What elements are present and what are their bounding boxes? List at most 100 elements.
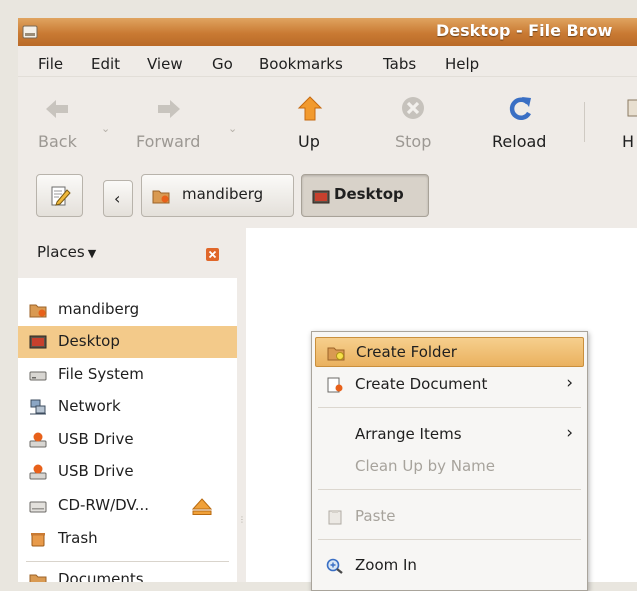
menu-item-label: Create Folder: [356, 343, 457, 361]
menu-item-paste[interactable]: Paste: [315, 502, 584, 532]
menu-view[interactable]: View: [147, 55, 183, 73]
desktop-icon: [312, 190, 330, 204]
sidebar-item-label: USB Drive: [58, 462, 134, 480]
menu-bookmarks[interactable]: Bookmarks: [259, 55, 343, 73]
sidebar-type-label: Places: [37, 243, 85, 261]
network-icon: [30, 399, 46, 415]
hard-drive-icon: [29, 371, 47, 381]
reload-button[interactable]: Reload: [486, 77, 556, 167]
menu-tabs[interactable]: Tabs: [383, 55, 416, 73]
menu-item-label: Arrange Items: [355, 425, 462, 443]
crumb-mandiberg[interactable]: mandiberg: [141, 174, 294, 217]
close-sidebar-icon[interactable]: [206, 248, 219, 261]
home-folder-icon: [152, 190, 170, 204]
sidebar-item-label: mandiberg: [58, 300, 140, 318]
up-label: Up: [298, 132, 320, 151]
folder-icon: [29, 574, 47, 582]
sidebar-divider: [26, 561, 229, 562]
sidebar-type-selector[interactable]: Places ▼: [37, 243, 96, 261]
location-bar: ‹ mandiberg Desktop: [18, 167, 637, 227]
grip-icon: ⋮: [238, 515, 246, 524]
new-document-icon: [327, 377, 343, 393]
stop-label: Stop: [395, 132, 432, 151]
menu-separator: [318, 407, 581, 408]
menu-item-label: Paste: [355, 507, 396, 525]
sidebar-item-label: CD-RW/DV...: [58, 496, 150, 514]
menu-separator: [318, 539, 581, 540]
sidebar-item-network[interactable]: Network: [18, 391, 237, 423]
paste-icon: [328, 510, 342, 525]
new-folder-icon: [327, 347, 345, 361]
pane-resize-handle[interactable]: ⋮: [237, 228, 246, 582]
places-sidebar: Places ▼ mandiberg Desktop File System N…: [18, 228, 237, 582]
title-bar[interactable]: Desktop - File Brow: [18, 18, 637, 46]
chevron-right-icon: ›: [566, 423, 573, 443]
stop-icon: [402, 97, 424, 119]
path-scroll-left-button[interactable]: ‹: [103, 180, 133, 217]
back-arrow-icon: [46, 100, 68, 118]
sidebar-item-label: File System: [58, 365, 144, 383]
menu-item-arrange-items[interactable]: Arrange Items ›: [315, 420, 584, 450]
toolbar: Back ⌄ Forward ⌄ Up Stop Reload H: [18, 76, 637, 168]
edit-location-icon: [51, 186, 71, 206]
sidebar-item-file-system[interactable]: File System: [18, 359, 237, 391]
window-menu-icon[interactable]: [22, 24, 38, 40]
crumb-mandiberg-label: mandiberg: [182, 185, 264, 203]
sidebar-item-usb-drive-2[interactable]: USB Drive: [18, 456, 237, 488]
reload-label: Reload: [492, 132, 547, 151]
home-label: H: [622, 132, 635, 151]
menu-item-clean-up-by-name[interactable]: Clean Up by Name: [315, 452, 584, 482]
sidebar-item-label: USB Drive: [58, 430, 134, 448]
toggle-location-entry-button[interactable]: [36, 174, 83, 217]
home-button[interactable]: H: [614, 77, 637, 167]
toolbar-separator: [584, 102, 585, 142]
menu-bar: File Edit View Go Bookmarks Tabs Help: [18, 46, 637, 76]
chevron-right-icon: ›: [566, 373, 573, 393]
usb-drive-icon: [29, 432, 47, 448]
reload-icon: [509, 97, 531, 120]
menu-item-label: Create Document: [355, 375, 488, 393]
back-history-chevron-icon[interactable]: ⌄: [101, 122, 110, 135]
up-arrow-icon: [297, 96, 323, 121]
chevron-left-icon: ‹: [114, 189, 121, 208]
sidebar-item-usb-drive-1[interactable]: USB Drive: [18, 424, 237, 456]
sidebar-item-documents[interactable]: Documents: [18, 564, 237, 582]
sidebar-item-desktop[interactable]: Desktop: [18, 326, 237, 358]
sidebar-header: Places ▼: [18, 228, 237, 278]
sidebar-item-label: Desktop: [58, 332, 120, 350]
stop-button[interactable]: Stop: [388, 77, 443, 167]
trash-icon: [31, 533, 45, 547]
sidebar-item-trash[interactable]: Trash: [18, 523, 237, 555]
menu-edit[interactable]: Edit: [91, 55, 120, 73]
menu-item-label: Clean Up by Name: [355, 457, 496, 475]
menu-go[interactable]: Go: [212, 55, 233, 73]
context-menu: Create Folder Create Document › Arrange …: [311, 331, 588, 591]
menu-item-label: Zoom In: [355, 556, 417, 574]
forward-button[interactable]: Forward: [128, 77, 218, 167]
crumb-desktop-label: Desktop: [334, 185, 404, 203]
menu-separator: [318, 489, 581, 490]
sidebar-item-label: Trash: [58, 529, 98, 547]
window-title: Desktop - File Brow: [436, 21, 613, 40]
sidebar-item-label: Network: [58, 397, 121, 415]
menu-item-create-document[interactable]: Create Document ›: [315, 370, 584, 400]
eject-icon[interactable]: [192, 498, 212, 515]
desktop-icon: [29, 335, 47, 349]
menu-file[interactable]: File: [38, 55, 63, 73]
chevron-down-icon: ▼: [87, 247, 97, 260]
sidebar-item-mandiberg[interactable]: mandiberg: [18, 294, 237, 326]
crumb-desktop[interactable]: Desktop: [301, 174, 429, 217]
menu-help[interactable]: Help: [445, 55, 479, 73]
back-button[interactable]: Back: [28, 77, 88, 167]
menu-item-create-folder[interactable]: Create Folder: [315, 337, 584, 367]
up-button[interactable]: Up: [286, 77, 336, 167]
zoom-in-icon: [326, 558, 343, 574]
menu-item-zoom-in[interactable]: Zoom In: [315, 551, 584, 581]
home-folder-icon: [29, 304, 47, 318]
back-label: Back: [38, 132, 77, 151]
forward-history-chevron-icon[interactable]: ⌄: [228, 122, 237, 135]
home-icon: [627, 99, 637, 117]
sidebar-item-label: Documents: [58, 570, 144, 582]
forward-label: Forward: [136, 132, 201, 151]
sidebar-item-cd-rw[interactable]: CD-RW/DV...: [18, 490, 237, 522]
